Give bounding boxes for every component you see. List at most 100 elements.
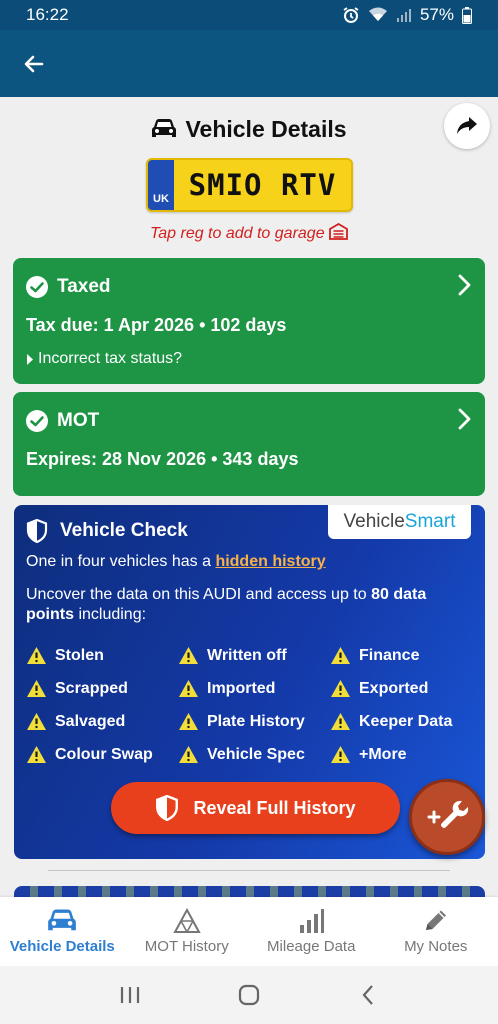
check-feature-label: Imported xyxy=(207,679,276,697)
garage-hint-text: Tap reg to add to garage xyxy=(149,225,325,242)
check-feature-label: Scrapped xyxy=(55,679,128,697)
garage-icon xyxy=(329,222,348,244)
mot-title: MOT xyxy=(57,410,100,431)
logo-part-vehicle: Vehicle xyxy=(343,511,405,532)
add-wrench-icon xyxy=(427,800,469,828)
page-title-row: Vehicle Details xyxy=(0,111,498,147)
nav-label: Mileage Data xyxy=(267,938,356,955)
warning-icon xyxy=(179,680,198,697)
check-feature-item: Vehicle Spec xyxy=(178,744,330,765)
status-time: 16:22 xyxy=(26,5,69,24)
warning-icon xyxy=(331,647,350,664)
check-feature-grid: Stolen Written off Finance Scrapped Imported… xyxy=(26,645,476,765)
back-chevron-icon xyxy=(362,985,374,1005)
check-feature-label: Written off xyxy=(207,646,287,664)
nav-mot-history[interactable]: MOT History xyxy=(125,897,250,966)
car-icon xyxy=(48,909,77,931)
incorrect-tax-link[interactable]: Incorrect tax status? xyxy=(26,350,182,368)
vehicle-smart-logo: Vehicle Smart xyxy=(328,505,471,539)
reveal-full-history-button[interactable]: Reveal Full History xyxy=(111,782,400,834)
check-feature-item: Scrapped xyxy=(26,678,178,699)
next-section-card xyxy=(14,886,485,897)
tax-due-date: Tax due: 1 Apr 2026 • 102 days xyxy=(26,315,287,335)
plate-country-band: UK xyxy=(148,160,174,210)
check-feature-item: Salvaged xyxy=(26,711,178,732)
signal-icon xyxy=(396,7,412,23)
tax-title: Taxed xyxy=(57,276,111,297)
back-nav-button[interactable] xyxy=(348,975,388,1015)
add-to-garage-link[interactable]: Tap reg to add to garage xyxy=(0,222,498,245)
warning-icon xyxy=(27,647,46,664)
chevron-right-icon xyxy=(458,274,471,296)
tax-card-header: Taxed xyxy=(25,275,111,299)
chevron-right-icon xyxy=(458,408,471,430)
battery-icon xyxy=(462,6,472,24)
check-feature-label: Stolen xyxy=(55,646,104,664)
check-feature-item: Written off xyxy=(178,645,330,666)
status-icons: 57% xyxy=(342,5,472,25)
bottom-navigation: Vehicle Details MOT History Mileage Data… xyxy=(0,897,498,966)
logo-part-smart: Smart xyxy=(404,511,456,532)
check-feature-label: Colour Swap xyxy=(55,745,153,763)
shield-icon xyxy=(26,519,48,543)
shield-icon xyxy=(156,795,179,821)
data-points-intro: Uncover the data on this AUDI and access… xyxy=(26,586,372,603)
nav-label: Vehicle Details xyxy=(9,938,115,955)
check-circle-icon xyxy=(26,410,48,432)
battery-level: 57% xyxy=(419,5,454,24)
nav-label: MOT History xyxy=(144,938,229,955)
section-divider xyxy=(48,870,450,871)
bar-chart-icon xyxy=(300,909,325,933)
nav-vehicle-details[interactable]: Vehicle Details xyxy=(0,897,125,966)
warning-icon xyxy=(27,746,46,763)
nav-mileage-data[interactable]: Mileage Data xyxy=(249,897,374,966)
home-button[interactable] xyxy=(229,975,269,1015)
hidden-history-link[interactable]: hidden history xyxy=(215,553,325,570)
status-bar: 16:22 57% xyxy=(0,0,498,30)
check-feature-label: Keeper Data xyxy=(359,712,453,730)
check-feature-label: Salvaged xyxy=(55,712,126,730)
tax-status-card[interactable]: Taxed Tax due: 1 Apr 2026 • 102 days Inc… xyxy=(13,258,485,384)
check-feature-item: +More xyxy=(330,744,476,765)
registration-plate[interactable]: UK SMIO RTV xyxy=(146,158,353,212)
nav-my-notes[interactable]: My Notes xyxy=(374,897,498,966)
warning-icon xyxy=(331,746,350,763)
alarm-icon xyxy=(342,6,360,24)
share-button[interactable] xyxy=(444,103,490,149)
check-feature-item: Stolen xyxy=(26,645,178,666)
pencil-icon xyxy=(425,910,446,930)
mot-card-header: MOT xyxy=(25,409,99,433)
incorrect-tax-label: Incorrect tax status? xyxy=(38,350,183,367)
warning-icon xyxy=(27,713,46,730)
vehicle-details-content[interactable]: Vehicle Details UK SMIO RTV Tap reg to a… xyxy=(0,97,498,897)
check-circle-icon xyxy=(26,276,48,298)
check-feature-item: Imported xyxy=(178,678,330,699)
nav-label: My Notes xyxy=(404,938,468,955)
warning-icon xyxy=(331,680,350,697)
check-feature-item: Finance xyxy=(330,645,476,666)
tools-fab-button[interactable] xyxy=(409,779,485,855)
plate-registration: SMIO RTV xyxy=(188,168,337,202)
warning-icon xyxy=(331,713,350,730)
mot-expiry-date: Expires: 28 Nov 2026 • 343 days xyxy=(26,449,299,469)
recent-apps-icon xyxy=(120,987,139,1003)
check-feature-label: Finance xyxy=(359,646,420,664)
home-icon xyxy=(238,984,260,1006)
back-button[interactable] xyxy=(18,48,50,80)
car-icon xyxy=(152,119,177,137)
warning-icon xyxy=(27,680,46,697)
data-points-outro: including: xyxy=(74,606,147,623)
warning-icon xyxy=(179,713,198,730)
check-feature-label: Plate History xyxy=(207,712,305,730)
mot-triangle-icon xyxy=(173,908,201,933)
caret-right-icon xyxy=(27,353,33,365)
mot-status-card[interactable]: MOT Expires: 28 Nov 2026 • 343 days xyxy=(13,392,485,496)
warning-icon xyxy=(179,647,198,664)
check-feature-label: Exported xyxy=(359,679,429,697)
recent-apps-button[interactable] xyxy=(110,975,150,1015)
check-feature-item: Exported xyxy=(330,678,476,699)
plate-country: UK xyxy=(153,193,169,205)
check-feature-label: +More xyxy=(359,745,407,763)
data-points-text: Uncover the data on this AUDI and access… xyxy=(26,585,466,625)
check-feature-item: Colour Swap xyxy=(26,744,178,765)
